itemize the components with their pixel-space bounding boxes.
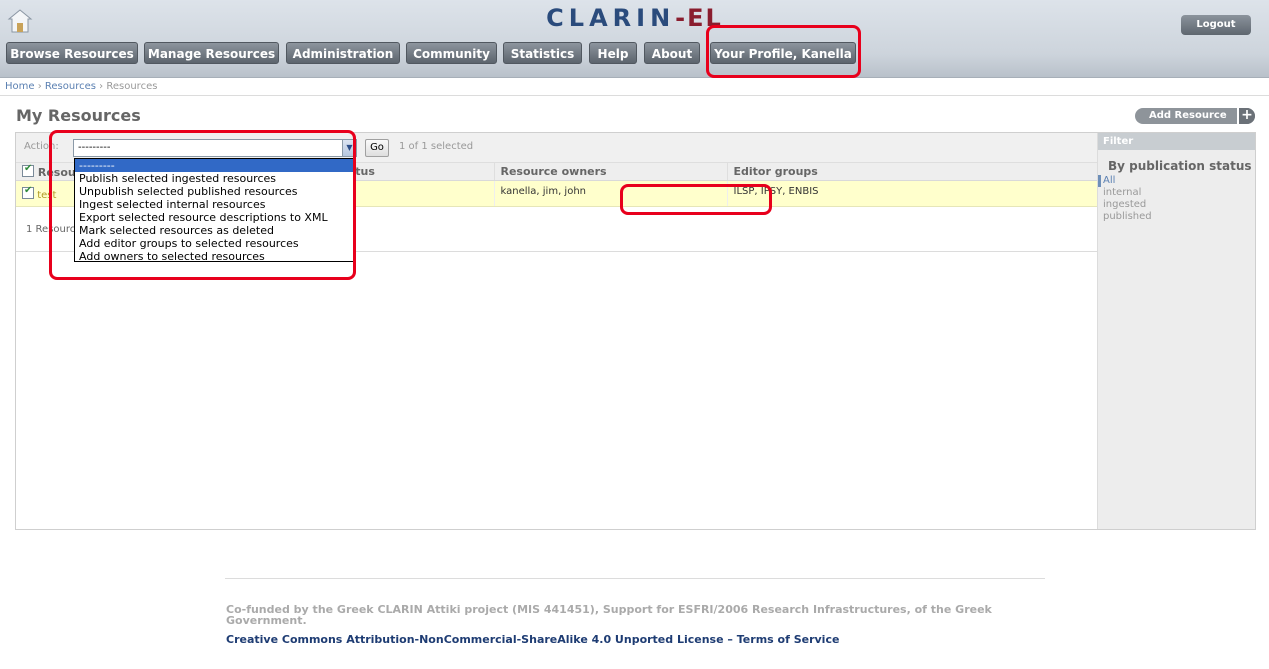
filter-item-all[interactable]: All (1098, 175, 1255, 187)
go-button[interactable]: Go (365, 139, 389, 157)
filter-title: By publication status (1108, 159, 1252, 173)
breadcrumb-resources-link[interactable]: Resources (45, 81, 96, 92)
column-header-resource-owners[interactable]: Resource owners (493, 163, 727, 181)
footer-divider (225, 578, 1045, 579)
breadcrumb-current: Resources (106, 81, 158, 92)
site-logo: CLARIN-EL (546, 4, 723, 32)
filter-heading: Filter (1098, 133, 1255, 150)
footer-cofunded-text: Co-funded by the Greek CLARIN Attiki pro… (226, 603, 992, 627)
breadcrumb-separator: › (37, 81, 42, 92)
breadcrumb-separator: › (99, 81, 104, 92)
license-link[interactable]: Creative Commons Attribution-NonCommerci… (226, 633, 724, 646)
filter-panel: Filter By publication status All interna… (1097, 133, 1255, 529)
action-counter: 1 of 1 selected (399, 141, 474, 152)
nav-statistics[interactable]: Statistics (503, 42, 582, 64)
filter-item-published[interactable]: published (1098, 211, 1255, 223)
highlight-profile-annotation (706, 25, 861, 78)
footer-links: Creative Commons Attribution-NonCommerci… (226, 633, 839, 646)
filter-item-internal[interactable]: internal (1098, 187, 1255, 199)
nav-manage-resources[interactable]: Manage Resources (144, 42, 279, 64)
filter-item-ingested[interactable]: ingested (1098, 199, 1255, 211)
add-resource-label: Add Resource (1149, 110, 1227, 121)
terms-of-service-link[interactable]: Terms of Service (737, 633, 840, 646)
page-title: My Resources (16, 106, 141, 125)
row-select-checkbox[interactable] (22, 185, 34, 199)
logout-button[interactable]: Logout (1181, 15, 1251, 35)
highlight-action-annotation (49, 130, 356, 280)
add-resource-button[interactable]: Add Resource + (1135, 108, 1255, 124)
breadcrumb-home-link[interactable]: Home (5, 81, 35, 92)
nav-community[interactable]: Community (406, 42, 497, 64)
nav-administration[interactable]: Administration (286, 42, 400, 64)
nav-help[interactable]: Help (589, 42, 637, 64)
column-header-editor-groups[interactable]: Editor groups (726, 163, 1097, 181)
nav-about[interactable]: About (644, 42, 700, 64)
highlight-owners-annotation (620, 184, 772, 215)
select-all-checkbox[interactable] (22, 163, 34, 177)
cell-editor-groups: ILSP, IPSY, ENBIS (726, 180, 1097, 207)
nav-browse-resources[interactable]: Browse Resources (6, 42, 138, 64)
breadcrumb: Home › Resources › Resources (0, 78, 1269, 96)
plus-icon: + (1237, 108, 1255, 124)
footer-separator: – (727, 633, 733, 646)
site-header: CLARIN-EL Logout Browse Resources Manage… (0, 0, 1269, 78)
